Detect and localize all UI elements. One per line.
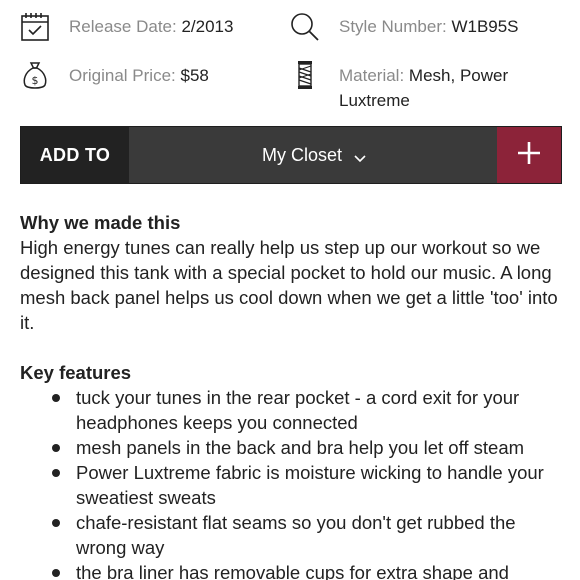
- material-value-line1: Mesh, Power: [408, 66, 509, 85]
- style-number-label: Style Number:: [339, 17, 447, 36]
- search-icon: [290, 12, 320, 42]
- closet-select-value: My Closet: [261, 144, 342, 165]
- product-description: Why we made this High energy tunes can r…: [20, 210, 565, 580]
- why-body: High energy tunes can really help us ste…: [20, 237, 558, 333]
- add-to-closet-button[interactable]: [497, 127, 561, 183]
- release-date-value: 2/2013: [181, 17, 234, 36]
- features-heading: Key features: [20, 362, 132, 383]
- chevron-down-icon: [354, 147, 366, 163]
- material-value-line2: Luxtreme: [339, 91, 410, 110]
- calendar-icon: [20, 12, 50, 42]
- original-price-label: Original Price:: [69, 66, 176, 85]
- style-number-value: W1B95S: [451, 17, 519, 36]
- features-list: tuck your tunes in the rear pocket - a c…: [20, 385, 565, 580]
- list-item: tuck your tunes in the rear pocket - a c…: [52, 385, 565, 435]
- plus-icon: [516, 140, 542, 171]
- svg-text:$: $: [32, 74, 39, 87]
- list-item: mesh panels in the back and bra help you…: [52, 435, 565, 460]
- why-heading: Why we made this: [20, 212, 181, 233]
- list-item: the bra liner has removable cups for ext…: [52, 560, 565, 580]
- list-item: chafe-resistant flat seams so you don't …: [52, 510, 565, 560]
- list-item: Power Luxtreme fabric is moisture wickin…: [52, 460, 565, 510]
- closet-select-dropdown[interactable]: My Closet: [129, 127, 497, 183]
- release-date-label: Release Date:: [69, 17, 177, 36]
- add-to-label: ADD TO: [21, 127, 129, 183]
- thread-spool-icon: [293, 60, 323, 90]
- money-bag-icon: $: [20, 60, 50, 90]
- product-details-page: Release Date: 2/2013 Style Number: W1B95…: [0, 0, 580, 580]
- add-to-closet-bar: ADD TO My Closet: [20, 126, 562, 184]
- material-label: Material:: [339, 66, 405, 85]
- original-price-value: $58: [180, 66, 209, 85]
